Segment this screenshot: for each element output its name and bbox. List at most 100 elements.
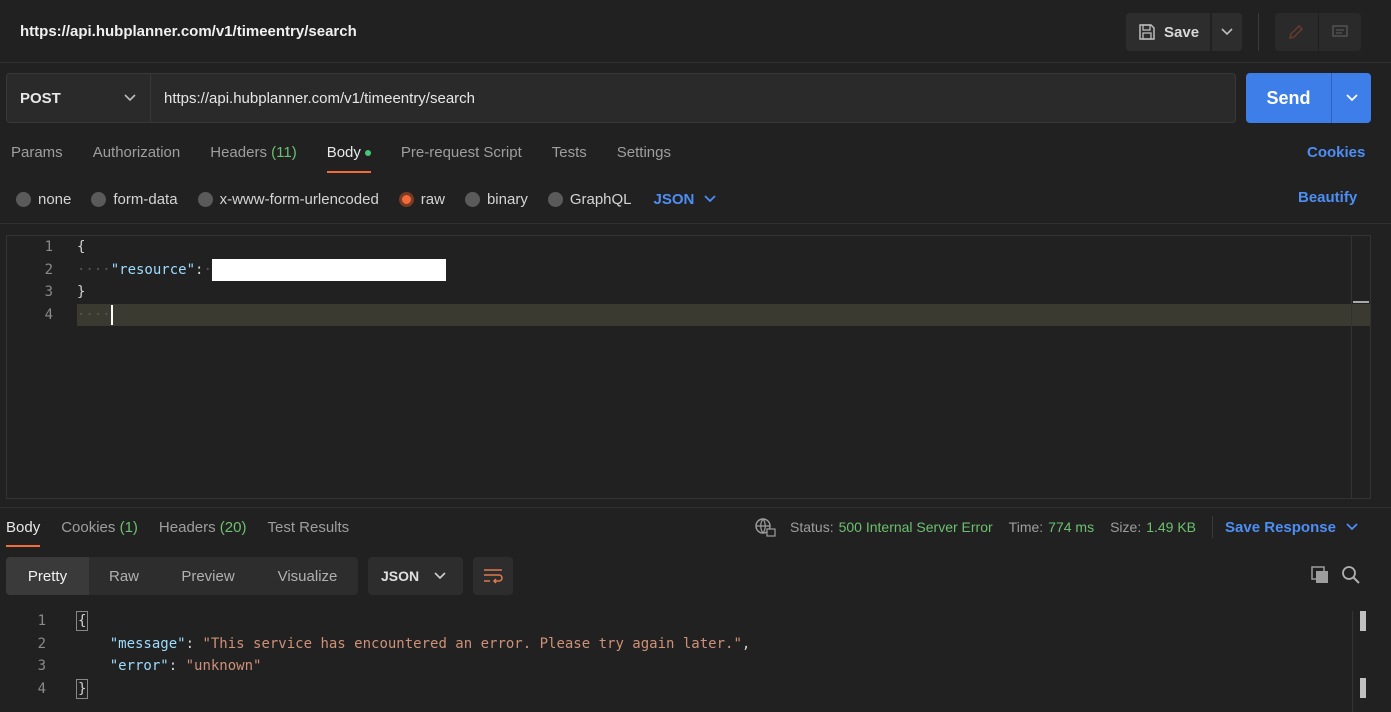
body-format-label: JSON [653, 190, 695, 208]
copy-icon [1311, 566, 1328, 583]
response-scroll-marker [1360, 678, 1366, 698]
beautify-link[interactable]: Beautify [1298, 189, 1357, 206]
code-text: } [77, 284, 86, 300]
view-preview-button[interactable]: Preview [159, 557, 257, 595]
response-tab-body[interactable]: Body [6, 516, 41, 547]
search-button[interactable] [1341, 565, 1361, 589]
divider [0, 223, 1391, 224]
response-format-label: JSON [381, 568, 420, 584]
tab-body-label: Body [326, 144, 361, 161]
send-button[interactable]: Send [1246, 73, 1331, 123]
url-input[interactable]: https://api.hubplanner.com/v1/timeentry/… [150, 73, 1236, 123]
response-format-select[interactable]: JSON [368, 557, 463, 595]
comment-icon [1332, 25, 1348, 37]
tab-settings[interactable]: Settings [617, 141, 671, 173]
response-meta: Status: 500 Internal Server Error Time: … [754, 516, 1358, 538]
response-tab-cookies-label: Cookies [61, 519, 116, 536]
request-tabs: Params Authorization Headers (11) Body P… [11, 141, 701, 173]
status-value[interactable]: 500 Internal Server Error [839, 519, 993, 535]
tab-headers-label: Headers [210, 144, 267, 161]
view-raw-button[interactable]: Raw [89, 557, 159, 595]
code-text: { [76, 611, 89, 631]
response-headers-count: (20) [219, 519, 247, 536]
current-line-highlight [77, 304, 1370, 326]
save-options-button[interactable] [1212, 13, 1242, 51]
request-body-editor[interactable]: 1 { 2 ····"resource":· 3 } 4 ···· [6, 235, 1371, 499]
radio-form-data[interactable]: form-data [91, 190, 178, 208]
size-value[interactable]: 1.49 KB [1146, 519, 1196, 535]
response-tab-headers[interactable]: Headers (20) [159, 516, 247, 547]
indent-guide: ···· [77, 262, 111, 278]
globe-icon[interactable] [754, 517, 776, 537]
tab-params[interactable]: Params [11, 141, 63, 173]
matched-brace: } [76, 679, 89, 699]
wrap-lines-icon [484, 569, 503, 584]
body-format-select[interactable]: JSON [654, 191, 717, 208]
chevron-down-icon [1345, 94, 1358, 102]
divider [0, 507, 1391, 508]
comment-mode-button[interactable] [1319, 13, 1362, 51]
line-number: 3 [44, 284, 53, 300]
save-icon [1139, 24, 1155, 40]
save-response-button[interactable]: Save Response [1225, 519, 1358, 536]
radio-form-data-label: form-data [113, 190, 178, 208]
view-pretty-button[interactable]: Pretty [6, 557, 89, 595]
body-indicator-dot [364, 150, 371, 157]
radio-circle [197, 191, 213, 207]
radio-none[interactable]: none [16, 191, 71, 208]
save-label: Save [1164, 23, 1200, 41]
headers-count: (11) [271, 144, 297, 161]
response-body-viewer[interactable]: 1 { 2 "message": "This service has encou… [0, 610, 1391, 712]
request-title[interactable]: https://api.hubplanner.com/v1/timeentry/… [20, 23, 357, 40]
copy-button[interactable] [1310, 565, 1330, 589]
radio-raw-label: raw [420, 190, 445, 208]
response-tab-test-results[interactable]: Test Results [267, 516, 349, 547]
divider [1212, 516, 1214, 538]
cookies-link[interactable]: Cookies [1307, 144, 1365, 161]
edit-mode-button[interactable] [1275, 13, 1319, 51]
editor-scrollbar[interactable] [1351, 236, 1352, 498]
line-number: 1 [37, 613, 46, 629]
radio-circle [547, 191, 563, 207]
tab-headers[interactable]: Headers (11) [210, 141, 296, 173]
response-scroll-marker [1360, 611, 1366, 631]
response-tab-cookies[interactable]: Cookies (1) [61, 516, 138, 547]
radio-raw[interactable]: raw [398, 190, 445, 208]
radio-circle [91, 191, 107, 207]
tab-authorization[interactable]: Authorization [93, 141, 181, 173]
radio-graphql[interactable]: GraphQL [547, 191, 632, 208]
method-label: POST [20, 89, 61, 107]
tab-tests[interactable]: Tests [552, 141, 587, 173]
chevron-down-icon [434, 572, 446, 580]
json-comma: , [741, 636, 751, 652]
redacted-value [211, 259, 446, 281]
size-label: Size: [1110, 519, 1142, 535]
radio-none-label: none [38, 190, 72, 208]
code-text: ···· [77, 305, 113, 325]
tab-body[interactable]: Body [326, 141, 372, 173]
response-scrollbar[interactable] [1352, 611, 1353, 712]
radio-binary[interactable]: binary [464, 191, 528, 208]
line-number: 1 [44, 239, 53, 255]
time-value[interactable]: 774 ms [1048, 519, 1094, 535]
send-options-button[interactable] [1331, 73, 1371, 123]
response-view-toggle: Pretty Raw Preview Visualize [6, 557, 358, 595]
code-text: { [77, 239, 86, 255]
save-button[interactable]: Save [1126, 13, 1210, 51]
radio-urlencoded[interactable]: x-www-form-urlencoded [197, 190, 379, 208]
radio-circle [464, 191, 480, 207]
status-label: Status: [790, 519, 834, 535]
line-number: 4 [37, 681, 46, 697]
method-select[interactable]: POST [6, 73, 151, 123]
time-label: Time: [1008, 519, 1044, 535]
mode-toggle [1275, 13, 1361, 51]
view-visualize-button[interactable]: Visualize [257, 557, 358, 595]
response-tab-headers-label: Headers [158, 519, 216, 536]
radio-urlencoded-label: x-www-form-urlencoded [219, 190, 379, 208]
json-key: "error" [109, 658, 169, 674]
code-text: "message": "This service has encountered… [76, 636, 751, 652]
tab-prerequest-script[interactable]: Pre-request Script [401, 141, 522, 173]
pencil-icon [1289, 24, 1304, 40]
line-number: 2 [37, 636, 46, 652]
wrap-lines-button[interactable] [473, 557, 513, 595]
